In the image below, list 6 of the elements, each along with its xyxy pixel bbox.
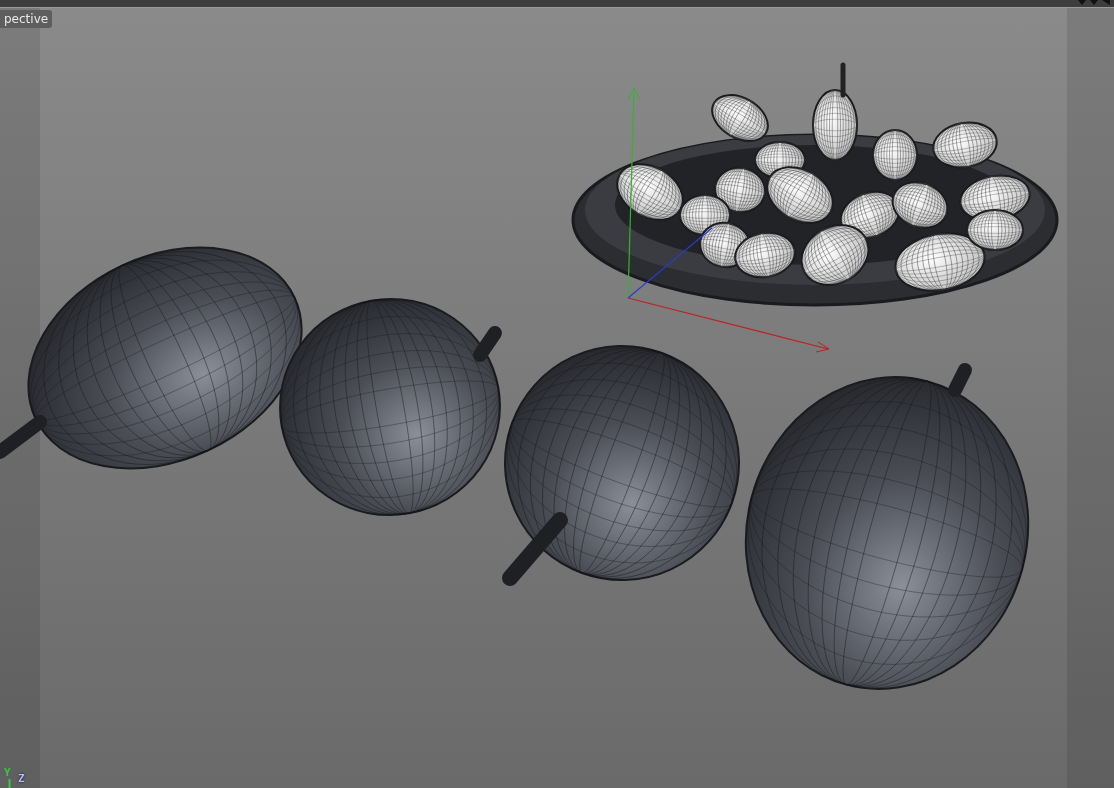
axis-line-icon: [8, 779, 11, 788]
expand-icon[interactable]: [1102, 0, 1110, 5]
axis-label: Z: [18, 772, 25, 785]
axis-label: Y: [4, 766, 11, 779]
viewport[interactable]: pective Y Z: [0, 8, 1114, 788]
camera-label[interactable]: pective: [0, 10, 53, 28]
